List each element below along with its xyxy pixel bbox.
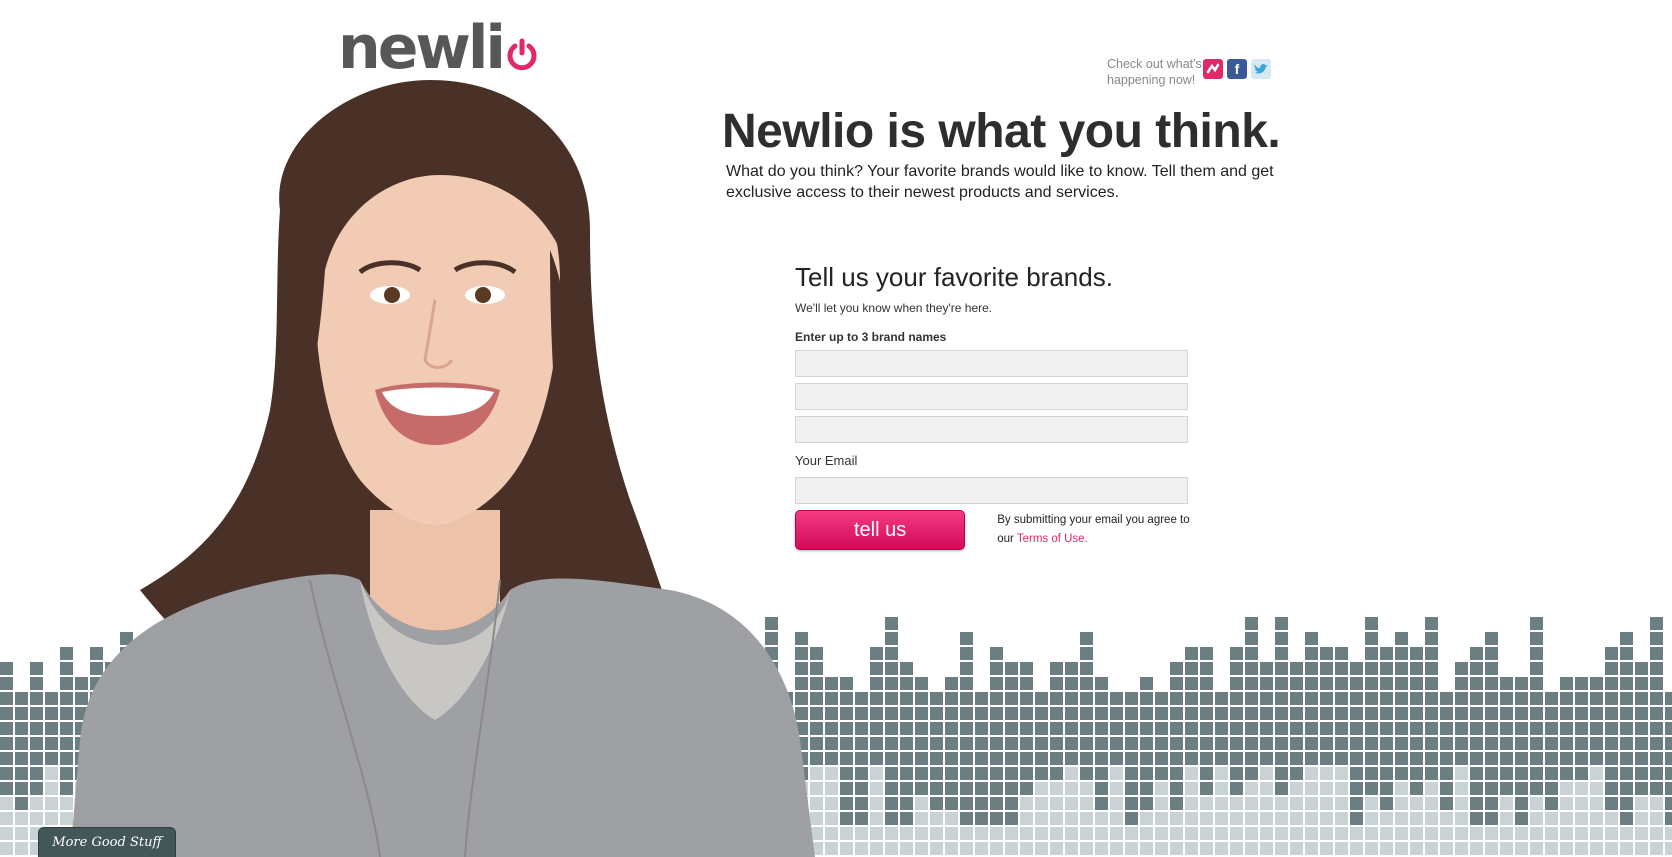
more-good-stuff-tab[interactable]: More Good Stuff xyxy=(38,827,176,857)
brand-input-3[interactable] xyxy=(795,416,1188,443)
brand-input-1[interactable] xyxy=(795,350,1188,377)
form-title: Tell us your favorite brands. xyxy=(795,262,1113,292)
logo-text: newli xyxy=(338,13,506,83)
brand-signup-form: Tell us your favorite brands. We'll let … xyxy=(795,262,1195,550)
page-headline: Newlio is what you think. xyxy=(722,105,1281,158)
power-icon xyxy=(507,38,537,71)
page-subhead: What do you think? Your favorite brands … xyxy=(726,163,1274,201)
facebook-icon[interactable]: f xyxy=(1227,59,1247,79)
social-links: Check out what's happening now! f xyxy=(1107,56,1271,88)
email-field[interactable] xyxy=(795,477,1188,504)
newlio-logo[interactable]: newli xyxy=(338,18,539,78)
terms-notice: By submitting your email you agree to ou… xyxy=(997,511,1195,549)
email-label: Your Email xyxy=(795,453,858,468)
tell-us-button[interactable]: tell us xyxy=(795,510,966,550)
newlio-icon[interactable] xyxy=(1203,59,1223,79)
terms-of-use-link[interactable]: Terms of Use. xyxy=(1017,533,1088,545)
smiling-woman-photo xyxy=(70,80,815,857)
brands-label: Enter up to 3 brand names xyxy=(795,330,947,344)
social-cta-text: Check out what's happening now! xyxy=(1107,57,1202,87)
brand-input-2[interactable] xyxy=(795,383,1188,410)
form-subtitle: We'll let you know when they're here. xyxy=(795,301,993,315)
submit-row: tell us By submitting your email you agr… xyxy=(795,510,1195,550)
twitter-icon[interactable] xyxy=(1251,59,1271,79)
